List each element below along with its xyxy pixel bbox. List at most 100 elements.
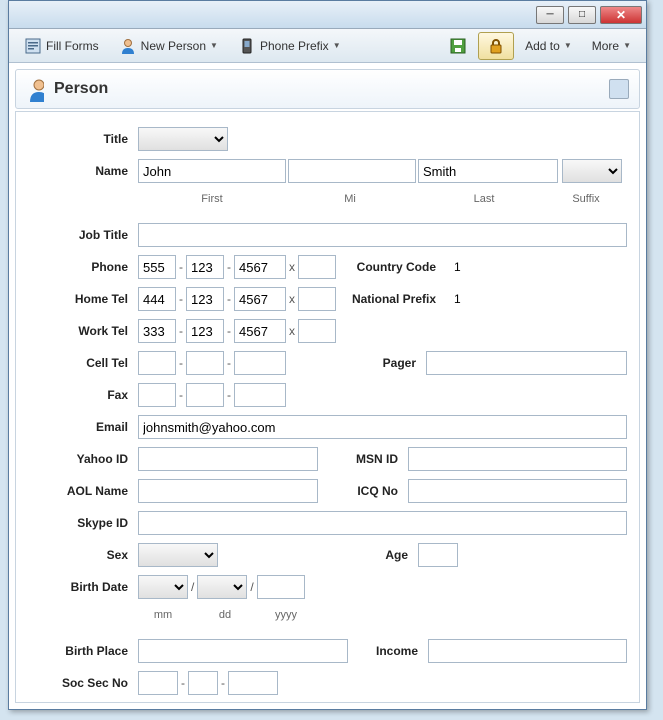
titlebar: ─ □ ✕ bbox=[9, 1, 646, 29]
lock-button[interactable] bbox=[478, 32, 514, 60]
ssn-c[interactable] bbox=[228, 671, 278, 695]
job-title-label: Job Title bbox=[28, 228, 138, 242]
national-prefix-label: National Prefix bbox=[336, 292, 446, 306]
job-title-input[interactable] bbox=[138, 223, 627, 247]
home-ext[interactable] bbox=[298, 287, 336, 311]
icq-label: ICQ No bbox=[318, 484, 408, 498]
work-b[interactable] bbox=[186, 319, 224, 343]
work-ext[interactable] bbox=[298, 319, 336, 343]
phone-a[interactable] bbox=[138, 255, 176, 279]
income-input[interactable] bbox=[428, 639, 627, 663]
ext-x: x bbox=[286, 292, 298, 306]
msn-label: MSN ID bbox=[318, 452, 408, 466]
title-label: Title bbox=[28, 132, 138, 146]
more-button[interactable]: More ▼ bbox=[583, 34, 640, 58]
caret-down-icon: ▼ bbox=[210, 41, 218, 50]
cell-b[interactable] bbox=[186, 351, 224, 375]
ext-x: x bbox=[286, 324, 298, 338]
page-title: Person bbox=[54, 80, 108, 98]
aol-input[interactable] bbox=[138, 479, 318, 503]
birth-place-label: Birth Place bbox=[28, 644, 138, 658]
email-label: Email bbox=[28, 420, 138, 434]
phone-prefix-button[interactable]: Phone Prefix ▼ bbox=[229, 32, 350, 60]
ssn-label: Soc Sec No bbox=[28, 676, 138, 690]
mi-hint: Mi bbox=[286, 193, 414, 205]
work-tel-label: Work Tel bbox=[28, 324, 138, 338]
last-name-input[interactable] bbox=[418, 159, 558, 183]
form-icon bbox=[24, 37, 42, 55]
birth-mm[interactable] bbox=[138, 575, 188, 599]
yyyy-hint: yyyy bbox=[262, 609, 310, 621]
save-button[interactable] bbox=[440, 32, 476, 60]
national-prefix-value: 1 bbox=[446, 292, 461, 306]
email-input[interactable] bbox=[138, 415, 627, 439]
dd-hint: dd bbox=[200, 609, 250, 621]
minimize-button[interactable]: ─ bbox=[536, 6, 564, 24]
age-label: Age bbox=[218, 548, 418, 562]
icq-input[interactable] bbox=[408, 479, 627, 503]
home-a[interactable] bbox=[138, 287, 176, 311]
form-content: Title Name First Mi Last Suffix Job Titl… bbox=[15, 111, 640, 703]
work-a[interactable] bbox=[138, 319, 176, 343]
yahoo-label: Yahoo ID bbox=[28, 452, 138, 466]
more-label: More bbox=[592, 39, 619, 53]
toolbar: Fill Forms New Person ▼ Phone Prefix ▼ A… bbox=[9, 29, 646, 63]
phone-c[interactable] bbox=[234, 255, 286, 279]
lock-icon bbox=[487, 37, 505, 55]
close-button[interactable]: ✕ bbox=[600, 6, 642, 24]
cell-tel-label: Cell Tel bbox=[28, 356, 138, 370]
maximize-button[interactable]: □ bbox=[568, 6, 596, 24]
sex-select[interactable] bbox=[138, 543, 218, 567]
first-name-input[interactable] bbox=[138, 159, 286, 183]
app-window: ─ □ ✕ Fill Forms New Person ▼ Phone Pref… bbox=[8, 0, 647, 710]
home-tel-label: Home Tel bbox=[28, 292, 138, 306]
add-to-label: Add to bbox=[525, 39, 560, 53]
phone-b[interactable] bbox=[186, 255, 224, 279]
birth-date-label: Birth Date bbox=[28, 580, 138, 594]
caret-down-icon: ▼ bbox=[623, 41, 631, 50]
birth-dd[interactable] bbox=[197, 575, 247, 599]
birth-place-input[interactable] bbox=[138, 639, 348, 663]
page-header: Person bbox=[15, 69, 640, 109]
phone-prefix-label: Phone Prefix bbox=[260, 39, 329, 53]
cell-a[interactable] bbox=[138, 351, 176, 375]
fax-c[interactable] bbox=[234, 383, 286, 407]
fill-forms-button[interactable]: Fill Forms bbox=[15, 32, 108, 60]
header-action-button[interactable] bbox=[609, 79, 629, 99]
fax-a[interactable] bbox=[138, 383, 176, 407]
work-c[interactable] bbox=[234, 319, 286, 343]
pager-label: Pager bbox=[286, 356, 426, 370]
mi-input[interactable] bbox=[288, 159, 416, 183]
cell-c[interactable] bbox=[234, 351, 286, 375]
home-b[interactable] bbox=[186, 287, 224, 311]
pager-input[interactable] bbox=[426, 351, 627, 375]
country-code-label: Country Code bbox=[336, 260, 446, 274]
birth-yyyy[interactable] bbox=[257, 575, 305, 599]
skype-input[interactable] bbox=[138, 511, 627, 535]
caret-down-icon: ▼ bbox=[564, 41, 572, 50]
first-hint: First bbox=[138, 193, 286, 205]
yahoo-input[interactable] bbox=[138, 447, 318, 471]
person-large-icon bbox=[26, 80, 44, 98]
person-icon bbox=[119, 37, 137, 55]
fax-label: Fax bbox=[28, 388, 138, 402]
age-input[interactable] bbox=[418, 543, 458, 567]
income-label: Income bbox=[348, 644, 428, 658]
name-label: Name bbox=[28, 164, 138, 178]
save-icon bbox=[449, 37, 467, 55]
phone-ext[interactable] bbox=[298, 255, 336, 279]
new-person-label: New Person bbox=[141, 39, 206, 53]
caret-down-icon: ▼ bbox=[333, 41, 341, 50]
suffix-select[interactable] bbox=[562, 159, 622, 183]
skype-label: Skype ID bbox=[28, 516, 138, 530]
new-person-button[interactable]: New Person ▼ bbox=[110, 32, 227, 60]
last-hint: Last bbox=[414, 193, 554, 205]
aol-label: AOL Name bbox=[28, 484, 138, 498]
home-c[interactable] bbox=[234, 287, 286, 311]
add-to-button[interactable]: Add to ▼ bbox=[516, 34, 581, 58]
msn-input[interactable] bbox=[408, 447, 627, 471]
fax-b[interactable] bbox=[186, 383, 224, 407]
title-select[interactable] bbox=[138, 127, 228, 151]
ssn-b[interactable] bbox=[188, 671, 218, 695]
ssn-a[interactable] bbox=[138, 671, 178, 695]
